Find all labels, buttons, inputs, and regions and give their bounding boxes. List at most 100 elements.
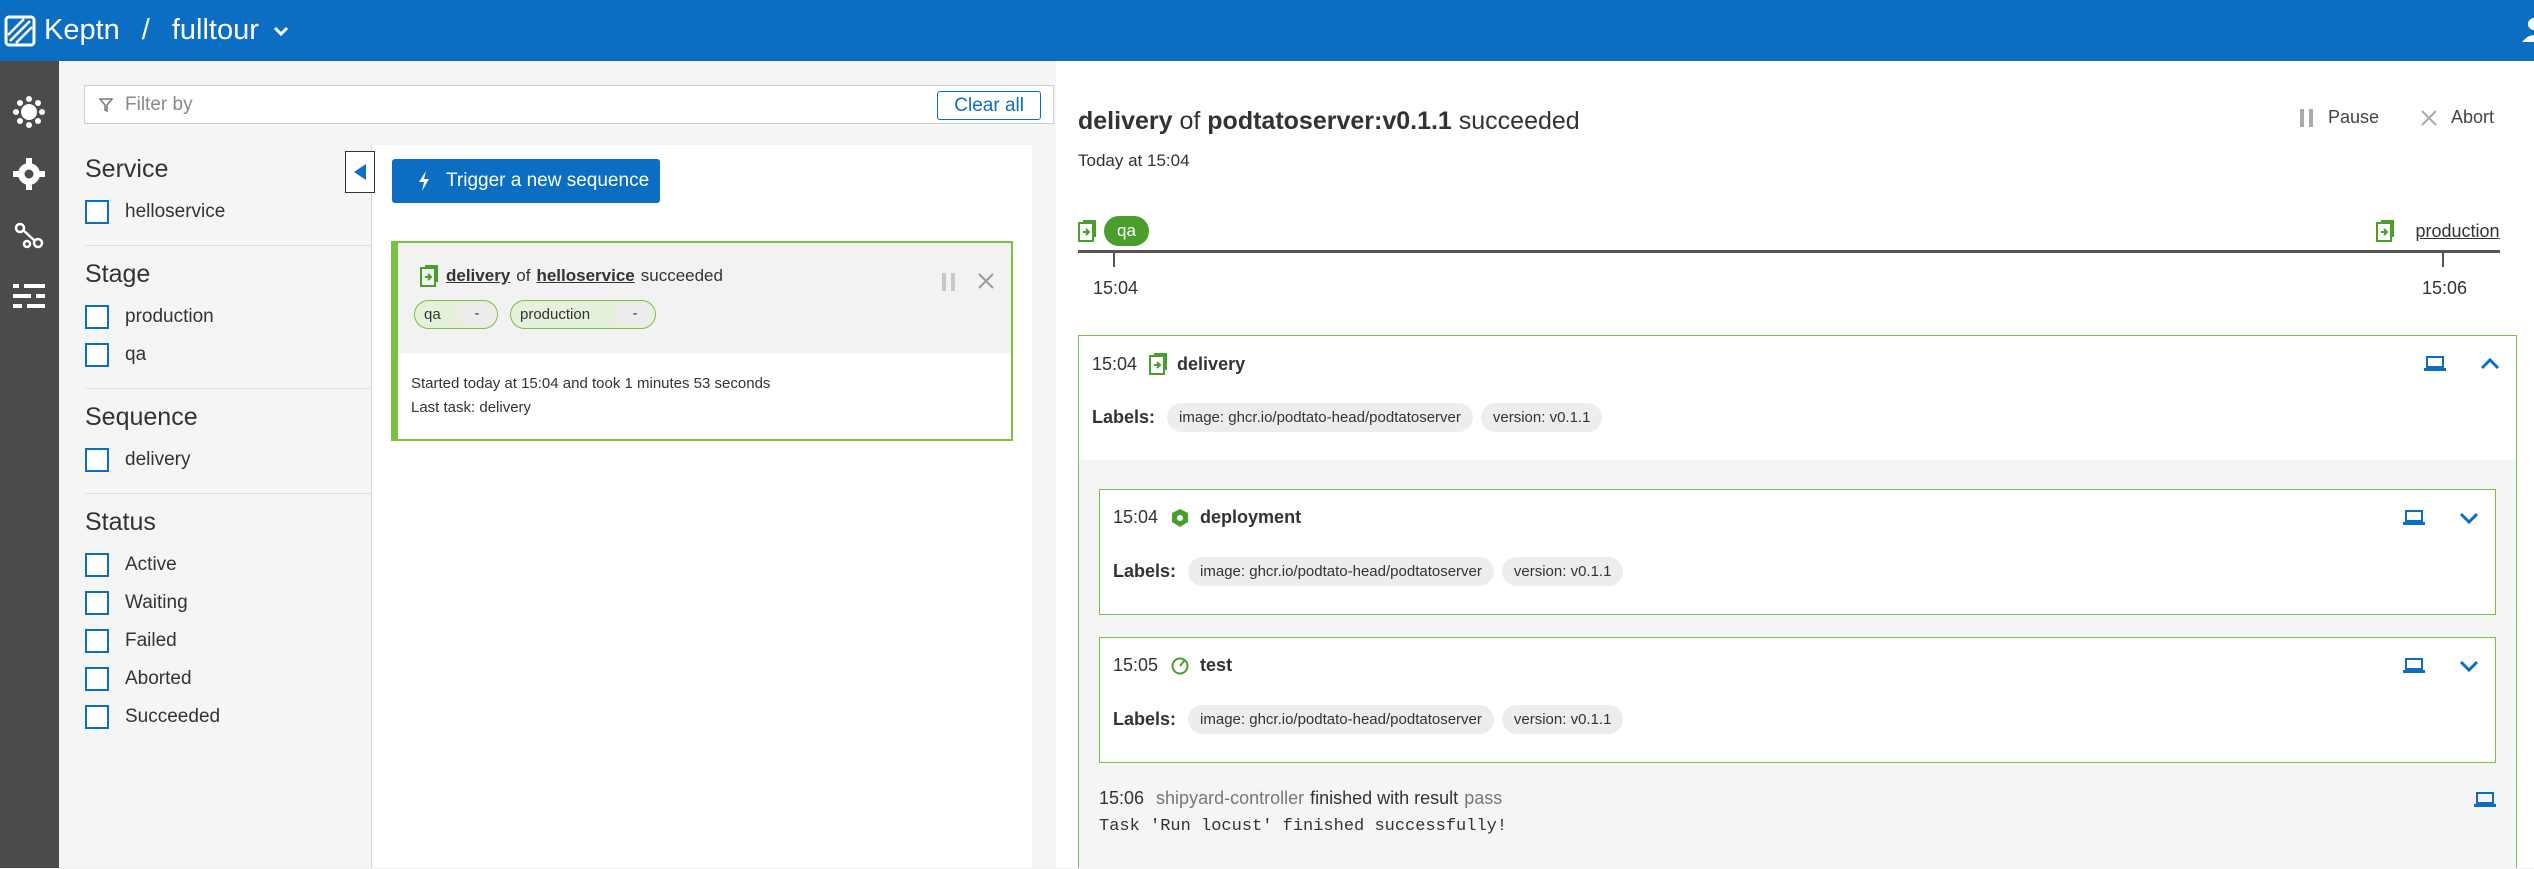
filter-input[interactable]: Filter by <box>125 94 193 116</box>
label-chip: image: ghcr.io/podtato-head/podtatoserve… <box>1188 705 1494 734</box>
timeline-time-start: 15:04 <box>1093 278 1139 298</box>
checkbox[interactable] <box>85 553 109 577</box>
checkbox[interactable] <box>85 667 109 691</box>
laptop-icon[interactable] <box>2403 510 2425 526</box>
task-delivery: 15:04 delivery Labels: image: ghcr.io/po… <box>1078 335 2517 869</box>
timeline-line <box>1078 250 2500 253</box>
filter-option[interactable]: Waiting <box>85 591 220 615</box>
task-actions <box>2424 356 2500 372</box>
filter-option[interactable]: Aborted <box>85 667 220 691</box>
sequence-duration: Started today at 15:04 and took 1 minute… <box>411 375 771 392</box>
checkbox[interactable] <box>85 591 109 615</box>
laptop-icon[interactable] <box>2403 658 2425 674</box>
sequence-card-title: delivery of helloservice succeeded <box>420 265 723 287</box>
filter-option[interactable]: qa <box>85 343 214 367</box>
last-task: Last task: delivery <box>411 399 532 416</box>
filter-bar[interactable]: Filter by Clear all <box>84 85 1054 124</box>
subtask-test[interactable]: 15:05 test Labels: image: ghcr.io/podtat… <box>1099 637 2496 763</box>
close-icon[interactable] <box>978 273 994 289</box>
laptop-icon[interactable] <box>2474 792 2496 808</box>
label-chip: version: v0.1.1 <box>1501 557 1624 586</box>
trigger-sequence-button[interactable]: Trigger a new sequence <box>392 159 660 203</box>
task-header <box>1079 336 2516 460</box>
clear-all-button[interactable]: Clear all <box>937 91 1041 120</box>
user-icon[interactable] <box>2520 16 2534 44</box>
service-name-link[interactable]: helloservice <box>536 266 634 286</box>
task-labels: Labels: image: ghcr.io/podtato-head/podt… <box>1092 403 1610 432</box>
checkbox[interactable] <box>85 343 109 367</box>
timeline-stage-qa[interactable]: qa <box>1104 216 1149 246</box>
detail-title: delivery of podtatoserver:v0.1.1 succeed… <box>1078 107 1580 135</box>
sequence-card[interactable]: delivery of helloservice succeeded qa - … <box>391 241 1013 441</box>
filter-option[interactable]: delivery <box>85 448 198 472</box>
test-gauge-icon <box>1171 657 1189 674</box>
checkbox[interactable] <box>85 200 109 224</box>
label-chip: version: v0.1.1 <box>1480 403 1603 432</box>
top-bar: Keptn / fulltour <box>0 0 2534 61</box>
abort-button[interactable]: Abort <box>2421 107 2494 128</box>
delivery-icon <box>1149 353 1168 375</box>
stage-chip-production[interactable]: production - <box>510 300 656 329</box>
checkbox[interactable] <box>85 705 109 729</box>
divider <box>85 245 377 246</box>
stage-chip-qa[interactable]: qa - <box>414 300 498 329</box>
chevron-down-icon[interactable] <box>273 25 289 37</box>
log-source: shipyard-controller <box>1156 788 1305 808</box>
checkbox[interactable] <box>85 629 109 653</box>
stage-delivery-icon <box>2376 220 2394 242</box>
sequence-detail-panel: delivery of podtatoserver:v0.1.1 succeed… <box>1056 61 2534 869</box>
filter-group-title: Service <box>85 155 169 183</box>
filter-option[interactable]: Succeeded <box>85 705 220 729</box>
label-chip: version: v0.1.1 <box>1501 705 1624 734</box>
sequence-card-header <box>398 243 1011 353</box>
sequence-name-link[interactable]: delivery <box>446 266 510 286</box>
sequence-card-actions <box>942 273 994 291</box>
settings-gear-icon[interactable] <box>8 153 50 195</box>
lightning-icon <box>419 171 429 191</box>
filter-group-service: Service helloservice <box>85 155 225 224</box>
chevron-up-icon[interactable] <box>2480 358 2500 370</box>
triangle-left-icon <box>354 164 366 180</box>
filter-group-sequence: Sequence delivery <box>85 403 198 472</box>
label-chip: image: ghcr.io/podtato-head/podtatoserve… <box>1167 403 1473 432</box>
checkbox[interactable] <box>85 448 109 472</box>
pause-icon[interactable] <box>942 273 956 291</box>
service-list-icon[interactable] <box>8 275 50 317</box>
filter-group-title: Sequence <box>85 403 198 431</box>
divider <box>85 493 377 494</box>
task-log-entry: 15:06 shipyard-controller finished with … <box>1099 788 1503 808</box>
close-icon <box>2421 109 2437 126</box>
filter-option[interactable]: Active <box>85 553 220 577</box>
filter-group-status: Status Active Waiting Failed Aborted Suc… <box>85 508 220 729</box>
sequences-icon[interactable] <box>8 214 50 256</box>
label-chip: image: ghcr.io/podtato-head/podtatoserve… <box>1188 557 1494 586</box>
chevron-down-icon[interactable] <box>2459 512 2479 524</box>
keptn-logo[interactable]: Keptn <box>4 14 120 47</box>
environment-icon[interactable] <box>8 91 50 133</box>
project-name[interactable]: fulltour <box>172 14 259 47</box>
timeline-stage-production[interactable]: production <box>2410 216 2505 246</box>
delivery-icon <box>420 265 438 287</box>
deployment-icon <box>1172 508 1189 527</box>
trigger-sequence-label: Trigger a new sequence <box>446 170 650 191</box>
divider <box>85 388 377 389</box>
chevron-down-icon[interactable] <box>2459 660 2479 672</box>
checkbox[interactable] <box>85 305 109 329</box>
pause-button[interactable]: Pause <box>2300 107 2379 128</box>
filter-option[interactable]: production <box>85 305 214 329</box>
filter-option[interactable]: Failed <box>85 629 220 653</box>
timeline-tick <box>1113 253 1115 267</box>
filter-option[interactable]: helloservice <box>85 200 225 224</box>
sequence-status: succeeded <box>640 266 723 285</box>
app-name: Keptn <box>44 14 120 46</box>
detail-time: Today at 15:04 <box>1078 151 1190 170</box>
log-result: pass <box>1464 788 1503 808</box>
left-navigation <box>0 61 59 868</box>
keptn-logo-icon <box>4 15 36 46</box>
filter-group-stage: Stage production qa <box>85 260 214 367</box>
filter-group-title: Stage <box>85 260 151 288</box>
collapse-filter-button[interactable] <box>345 151 375 193</box>
laptop-icon[interactable] <box>2424 356 2446 372</box>
subtask-deployment[interactable]: 15:04 deployment Labels: image: ghcr.io/… <box>1099 489 2496 615</box>
timeline-tick <box>2442 253 2444 267</box>
